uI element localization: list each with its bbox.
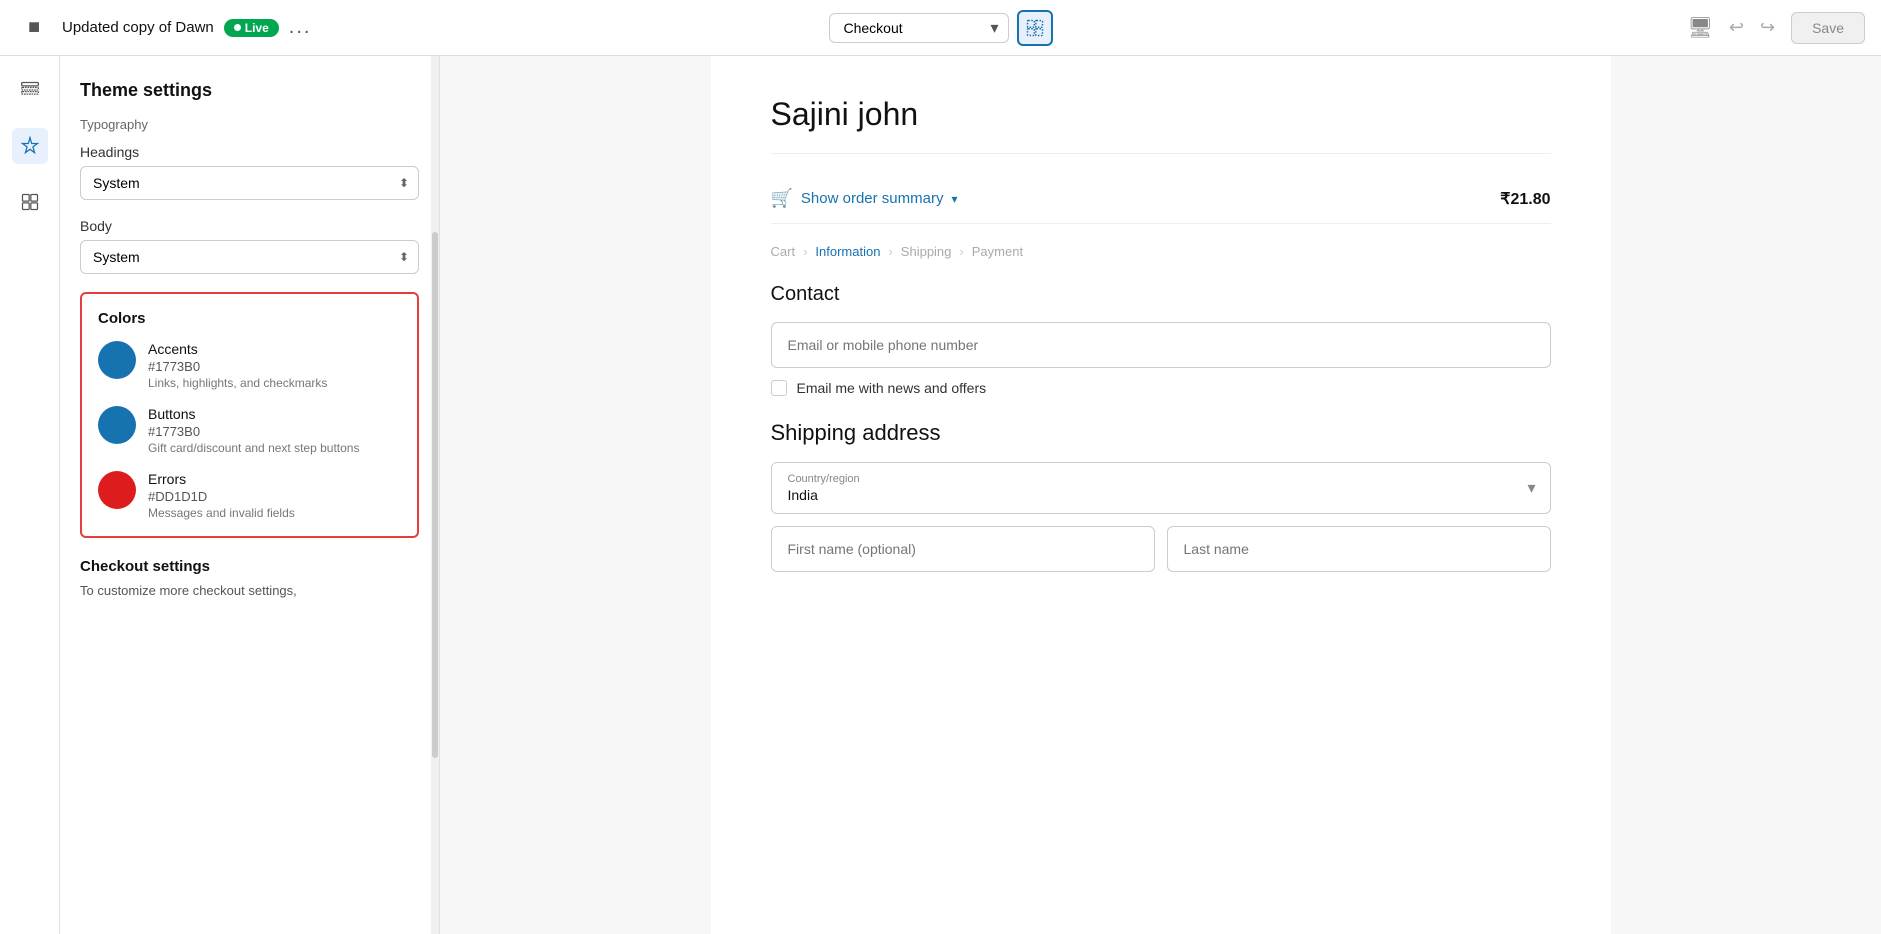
cursor-tool-button[interactable]: [1017, 10, 1053, 46]
country-select-wrap[interactable]: Country/region India ▾: [771, 462, 1551, 514]
order-summary-label: Show order summary: [801, 190, 944, 207]
order-price: ₹21.80: [1500, 189, 1550, 209]
newsletter-label: Email me with news and offers: [797, 380, 987, 396]
errors-hex: #DD1D1D: [148, 489, 295, 504]
headings-label: Headings: [80, 144, 419, 160]
errors-swatch[interactable]: [98, 471, 136, 509]
buttons-desc: Gift card/discount and next step buttons: [148, 441, 359, 455]
breadcrumb-sep-2: ›: [888, 244, 892, 259]
buttons-name: Buttons: [148, 406, 359, 422]
rail-customize-icon[interactable]: [12, 128, 48, 164]
chevron-down-icon: ▾: [951, 192, 957, 206]
color-item-errors: Errors #DD1D1D Messages and invalid fiel…: [98, 471, 401, 520]
accents-info: Accents #1773B0 Links, highlights, and c…: [148, 341, 327, 390]
colors-title: Colors: [98, 310, 401, 327]
shipping-section-label: Shipping address: [771, 420, 1551, 446]
order-summary-bar: 🛒 Show order summary ▾ ₹21.80: [771, 174, 1551, 224]
undo-redo-group: ↩ ↪: [1723, 13, 1781, 42]
breadcrumb-sep-1: ›: [803, 244, 807, 259]
preview-area: Sajini john 🛒 Show order summary ▾ ₹21.8…: [440, 56, 1881, 934]
icon-rail: [0, 56, 60, 934]
cart-icon: 🛒: [771, 188, 793, 209]
email-field[interactable]: [771, 322, 1551, 368]
buttons-swatch[interactable]: [98, 406, 136, 444]
settings-title: Theme settings: [80, 80, 419, 101]
breadcrumb-information[interactable]: Information: [815, 244, 880, 259]
page-dropdown[interactable]: Checkout: [829, 13, 1009, 43]
country-select-label: Country/region: [788, 473, 1534, 485]
color-item-accents: Accents #1773B0 Links, highlights, and c…: [98, 341, 401, 390]
buttons-info: Buttons #1773B0 Gift card/discount and n…: [148, 406, 359, 455]
headings-select-wrap: System: [80, 166, 419, 200]
buttons-hex: #1773B0: [148, 424, 359, 439]
settings-panel: Theme settings Typography Headings Syste…: [60, 56, 440, 934]
live-dot: [234, 24, 241, 31]
errors-desc: Messages and invalid fields: [148, 506, 295, 520]
first-name-field[interactable]: [771, 526, 1155, 572]
accents-swatch[interactable]: [98, 341, 136, 379]
topbar-right: 🖥 ↩ ↪ Save: [1065, 12, 1866, 44]
more-button[interactable]: ...: [289, 16, 312, 39]
order-summary-link[interactable]: 🛒 Show order summary ▾: [771, 188, 958, 209]
country-chevron-icon: ▾: [1527, 478, 1535, 498]
rail-layout-icon[interactable]: [12, 72, 48, 108]
scroll-thumb: [432, 232, 438, 759]
newsletter-checkbox[interactable]: [771, 380, 787, 396]
accents-hex: #1773B0: [148, 359, 327, 374]
body-label: Body: [80, 218, 419, 234]
topbar-center: Checkout: [829, 10, 1053, 46]
breadcrumb-cart[interactable]: Cart: [771, 244, 796, 259]
back-button[interactable]: ■: [16, 10, 52, 46]
errors-name: Errors: [148, 471, 295, 487]
breadcrumb-shipping[interactable]: Shipping: [901, 244, 952, 259]
body-select[interactable]: System: [80, 240, 419, 274]
checkout-settings-desc: To customize more checkout settings,: [80, 583, 419, 598]
body-select-wrap: System: [80, 240, 419, 274]
store-title: Updated copy of Dawn: [62, 19, 214, 36]
topbar: ■ Updated copy of Dawn Live ... Checkout…: [0, 0, 1881, 56]
newsletter-row: Email me with news and offers: [771, 380, 1551, 396]
main-layout: Theme settings Typography Headings Syste…: [0, 56, 1881, 934]
contact-section-label: Contact: [771, 283, 1551, 306]
undo-button[interactable]: ↩: [1723, 13, 1750, 42]
headings-select[interactable]: System: [80, 166, 419, 200]
redo-button[interactable]: ↪: [1754, 13, 1781, 42]
name-row: [771, 526, 1551, 572]
breadcrumb: Cart › Information › Shipping › Payment: [771, 244, 1551, 259]
colors-section: Colors Accents #1773B0 Links, highlights…: [80, 292, 419, 538]
scroll-track[interactable]: [431, 56, 439, 934]
page-dropdown-wrap: Checkout: [829, 13, 1009, 43]
breadcrumb-sep-3: ›: [959, 244, 963, 259]
breadcrumb-payment[interactable]: Payment: [972, 244, 1023, 259]
errors-info: Errors #DD1D1D Messages and invalid fiel…: [148, 471, 295, 520]
monitor-icon[interactable]: 🖥: [1688, 15, 1713, 40]
topbar-left: ■ Updated copy of Dawn Live ...: [16, 10, 817, 46]
live-badge: Live: [224, 19, 279, 37]
rail-sections-icon[interactable]: [12, 184, 48, 220]
checkout-settings-title: Checkout settings: [80, 558, 419, 575]
save-button[interactable]: Save: [1791, 12, 1865, 44]
accents-name: Accents: [148, 341, 327, 357]
color-item-buttons: Buttons #1773B0 Gift card/discount and n…: [98, 406, 401, 455]
country-select-value: India: [788, 487, 1534, 503]
store-name: Sajini john: [771, 96, 1551, 154]
checkout-preview: Sajini john 🛒 Show order summary ▾ ₹21.8…: [711, 56, 1611, 934]
last-name-field[interactable]: [1167, 526, 1551, 572]
typography-heading: Typography: [80, 117, 419, 132]
accents-desc: Links, highlights, and checkmarks: [148, 376, 327, 390]
